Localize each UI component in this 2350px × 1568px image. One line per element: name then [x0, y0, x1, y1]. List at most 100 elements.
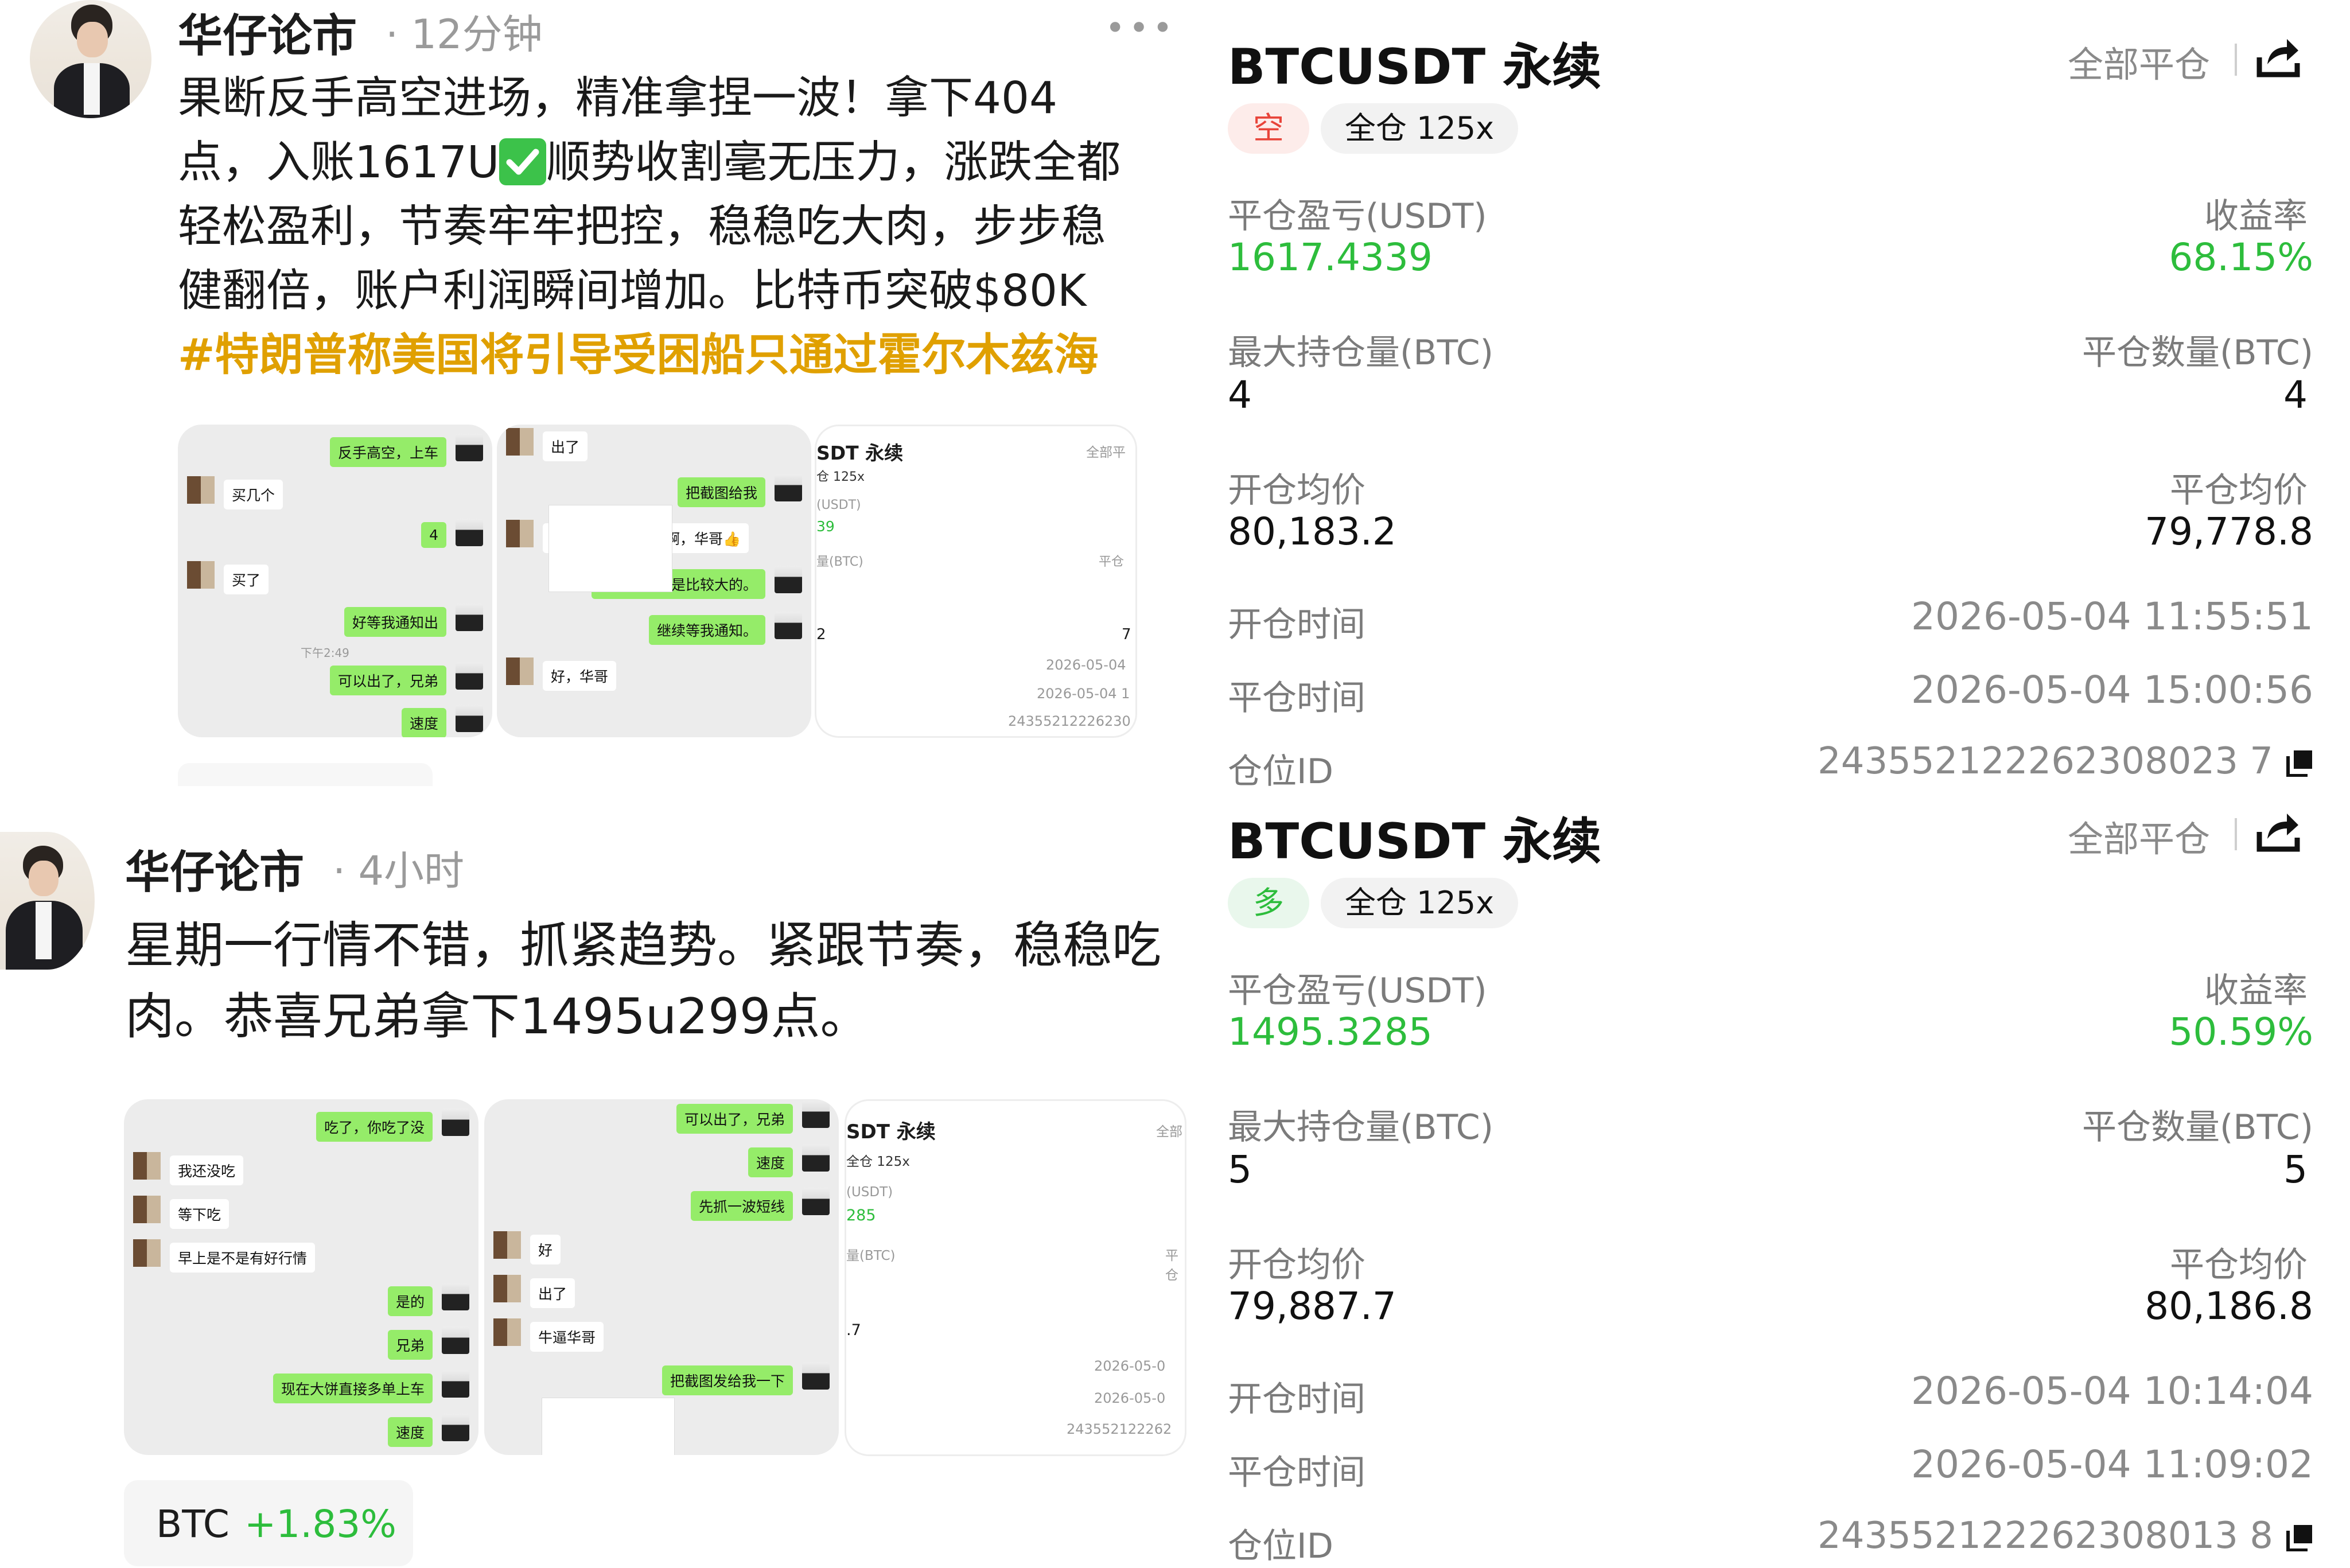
trade-screenshot[interactable]: SDT 永续 全部平 仓 125x (USDT) 39 量(BTC) 平仓 2 … [815, 425, 1137, 738]
chat-bubble: 速度 [401, 708, 446, 737]
close-all-button[interactable]: 全部平仓 [2068, 810, 2210, 862]
chat-avatar [506, 428, 534, 456]
chat-avatar [442, 1414, 469, 1441]
check-icon [499, 138, 547, 185]
post-line: 肉。恭喜兄弟拿下1495u299点。 [125, 988, 870, 1045]
position-id-value: 243552122262308023 7 [1818, 740, 2273, 783]
shot-date: 2026-05-04 [1046, 657, 1126, 673]
chat-avatar [775, 566, 802, 593]
chat-avatar [442, 1326, 469, 1354]
shot-leverage: 仓 125x [816, 470, 865, 484]
chat-avatar [493, 1275, 521, 1302]
roi-label: 收益率 [2204, 196, 2308, 236]
chat-timestamp: 下午2:49 [301, 646, 349, 660]
post-line: 星期一行情不错，抓紧趋势。紧跟节奏，稳稳吃 [125, 917, 1161, 974]
trade-screenshot[interactable]: SDT 永续 全部 全仓 125x (USDT) 285 量(BTC) 平仓 .… [845, 1099, 1186, 1456]
chat-avatar [802, 1188, 830, 1215]
shot-date: 2026-05-0 [1094, 1358, 1166, 1374]
shot-title: SDT 永续 [846, 1120, 936, 1143]
pnl-label: 平仓盈亏(USDT) [1228, 971, 1487, 1011]
shot-value: 2 [816, 626, 826, 643]
chat-avatar [456, 705, 483, 732]
shot-close-label: 平仓 [1099, 555, 1125, 569]
chat-bubble: 早上是不是有好行情 [170, 1243, 316, 1273]
avatar[interactable] [0, 832, 95, 970]
chat-bubble: 兄弟 [387, 1330, 433, 1360]
share-icon[interactable] [2255, 807, 2302, 854]
max-position-value: 5 [1228, 1147, 1252, 1192]
open-time-value: 2026-05-04 11:55:51 [1911, 594, 2313, 639]
chat-screenshot[interactable]: 吃了，你吃了没 我还没吃 等下吃 早上是不是有好行情 是的 兄弟 现在大饼直接多单上车 速度 [124, 1099, 478, 1455]
chat-avatar [442, 1283, 469, 1310]
chat-screenshot[interactable]: 可以出了，兄弟 速度 先抓一波短线好出了 牛逼华哥 把截图发给我一下 [484, 1099, 839, 1455]
side-badge: 多 [1228, 878, 1309, 928]
chat-avatar [493, 1318, 521, 1346]
divider [2235, 818, 2237, 850]
chat-avatar [802, 1144, 830, 1172]
ticker-chip[interactable]: BTC +1.83% [124, 1480, 413, 1566]
chat-avatar [133, 1152, 161, 1180]
max-position-label: 最大持仓量(BTC) [1228, 1107, 1494, 1147]
post-line: 点，入账1617U 顺势收割毫无压力，涨跌全都 [178, 137, 1121, 188]
chat-avatar [187, 561, 215, 589]
chat-avatar [506, 520, 534, 547]
shot-value: .7 [846, 1321, 861, 1339]
open-avg-label: 开仓均价 [1228, 470, 1365, 511]
chat-bubble: 好等我通知出 [344, 607, 446, 637]
hashtag-link[interactable]: #特朗普称美国将引导受困船只通过霍尔木兹海 [178, 324, 1165, 388]
thumbnail-image [548, 505, 672, 592]
chat-screenshot[interactable]: 反手高空，上车 买几个 4 买了 好等我通知出 下午2:49 可以出了，兄弟 速度 [178, 425, 492, 737]
avatar[interactable] [30, 0, 151, 118]
close-time-value: 2026-05-04 11:09:02 [1911, 1442, 2313, 1487]
chat-avatar [133, 1196, 161, 1223]
close-avg-label: 平仓均价 [2170, 470, 2308, 511]
card-title: BTCUSDT 永续 [1228, 813, 1602, 870]
shot-leverage: 全仓 125x [846, 1154, 910, 1169]
chat-bubble: 好 [530, 1235, 561, 1264]
max-position-value: 4 [1228, 373, 1252, 417]
chat-bubble: 出了 [530, 1278, 575, 1308]
close-all-button[interactable]: 全部平仓 [2068, 36, 2210, 87]
position-id-label: 仓位ID [1228, 1526, 1333, 1566]
chat-avatar [493, 1231, 521, 1259]
shot-btc: 量(BTC) [816, 555, 863, 569]
roi-label: 收益率 [2204, 971, 2308, 1011]
pnl-label: 平仓盈亏(USDT) [1228, 196, 1487, 236]
shot-btc: 量(BTC) [846, 1248, 896, 1263]
more-options-icon[interactable]: ••• [1105, 8, 1176, 48]
post-line: 轻松盈利，节奏牢牢把控，稳稳吃大肉，步步稳 [178, 201, 1106, 252]
author-name[interactable]: 华仔论市 [178, 0, 357, 64]
close-avg-value: 80,186.8 [2145, 1284, 2313, 1328]
close-qty-label: 平仓数量(BTC) [2081, 333, 2313, 373]
pnl-value: 1495.3285 [1228, 1010, 1433, 1054]
thumbnail-image [542, 1398, 675, 1455]
chat-avatar [442, 1370, 469, 1398]
shot-pnl: 39 [816, 518, 835, 535]
author-name[interactable]: 华仔论市 [125, 836, 304, 901]
share-icon[interactable] [2255, 32, 2302, 79]
chat-bubble: 出了 [543, 431, 588, 461]
shot-close-all: 全部 [1156, 1125, 1182, 1139]
chat-screenshot[interactable]: 出了把截图给我猜了真的精准到位啊，华哥👍周一行情还是比较大的。继续等我通知。好，… [497, 425, 811, 737]
chat-bubble: 买了 [224, 565, 269, 594]
copy-icon[interactable] [2286, 1524, 2313, 1552]
chat-avatar [456, 662, 483, 690]
chat-bubble: 先抓一波短线 [690, 1191, 793, 1221]
divider [2235, 44, 2237, 76]
close-qty-label: 平仓数量(BTC) [2081, 1107, 2313, 1147]
chat-bubble: 继续等我通知。 [648, 615, 765, 645]
chat-bubble: 速度 [387, 1417, 433, 1447]
open-avg-value: 80,183.2 [1228, 509, 1396, 554]
chat-bubble: 好，华哥 [543, 661, 617, 691]
copy-icon[interactable] [2286, 749, 2313, 777]
chat-bubble: 牛逼华哥 [530, 1322, 604, 1352]
post-line: 果断反手高空进场，精准拿捏一波！拿下404 [178, 73, 1057, 124]
chat-avatar [133, 1239, 161, 1267]
chat-bubble: 现在大饼直接多单上车 [273, 1374, 433, 1403]
open-time-label: 开仓时间 [1228, 1379, 1365, 1419]
chat-bubble: 可以出了，兄弟 [329, 666, 446, 695]
close-time-value: 2026-05-04 15:00:56 [1911, 668, 2313, 712]
close-avg-label: 平仓均价 [2170, 1245, 2308, 1285]
position-id-value: 243552122262308013 8 [1818, 1515, 2273, 1557]
chat-avatar [802, 1362, 830, 1390]
